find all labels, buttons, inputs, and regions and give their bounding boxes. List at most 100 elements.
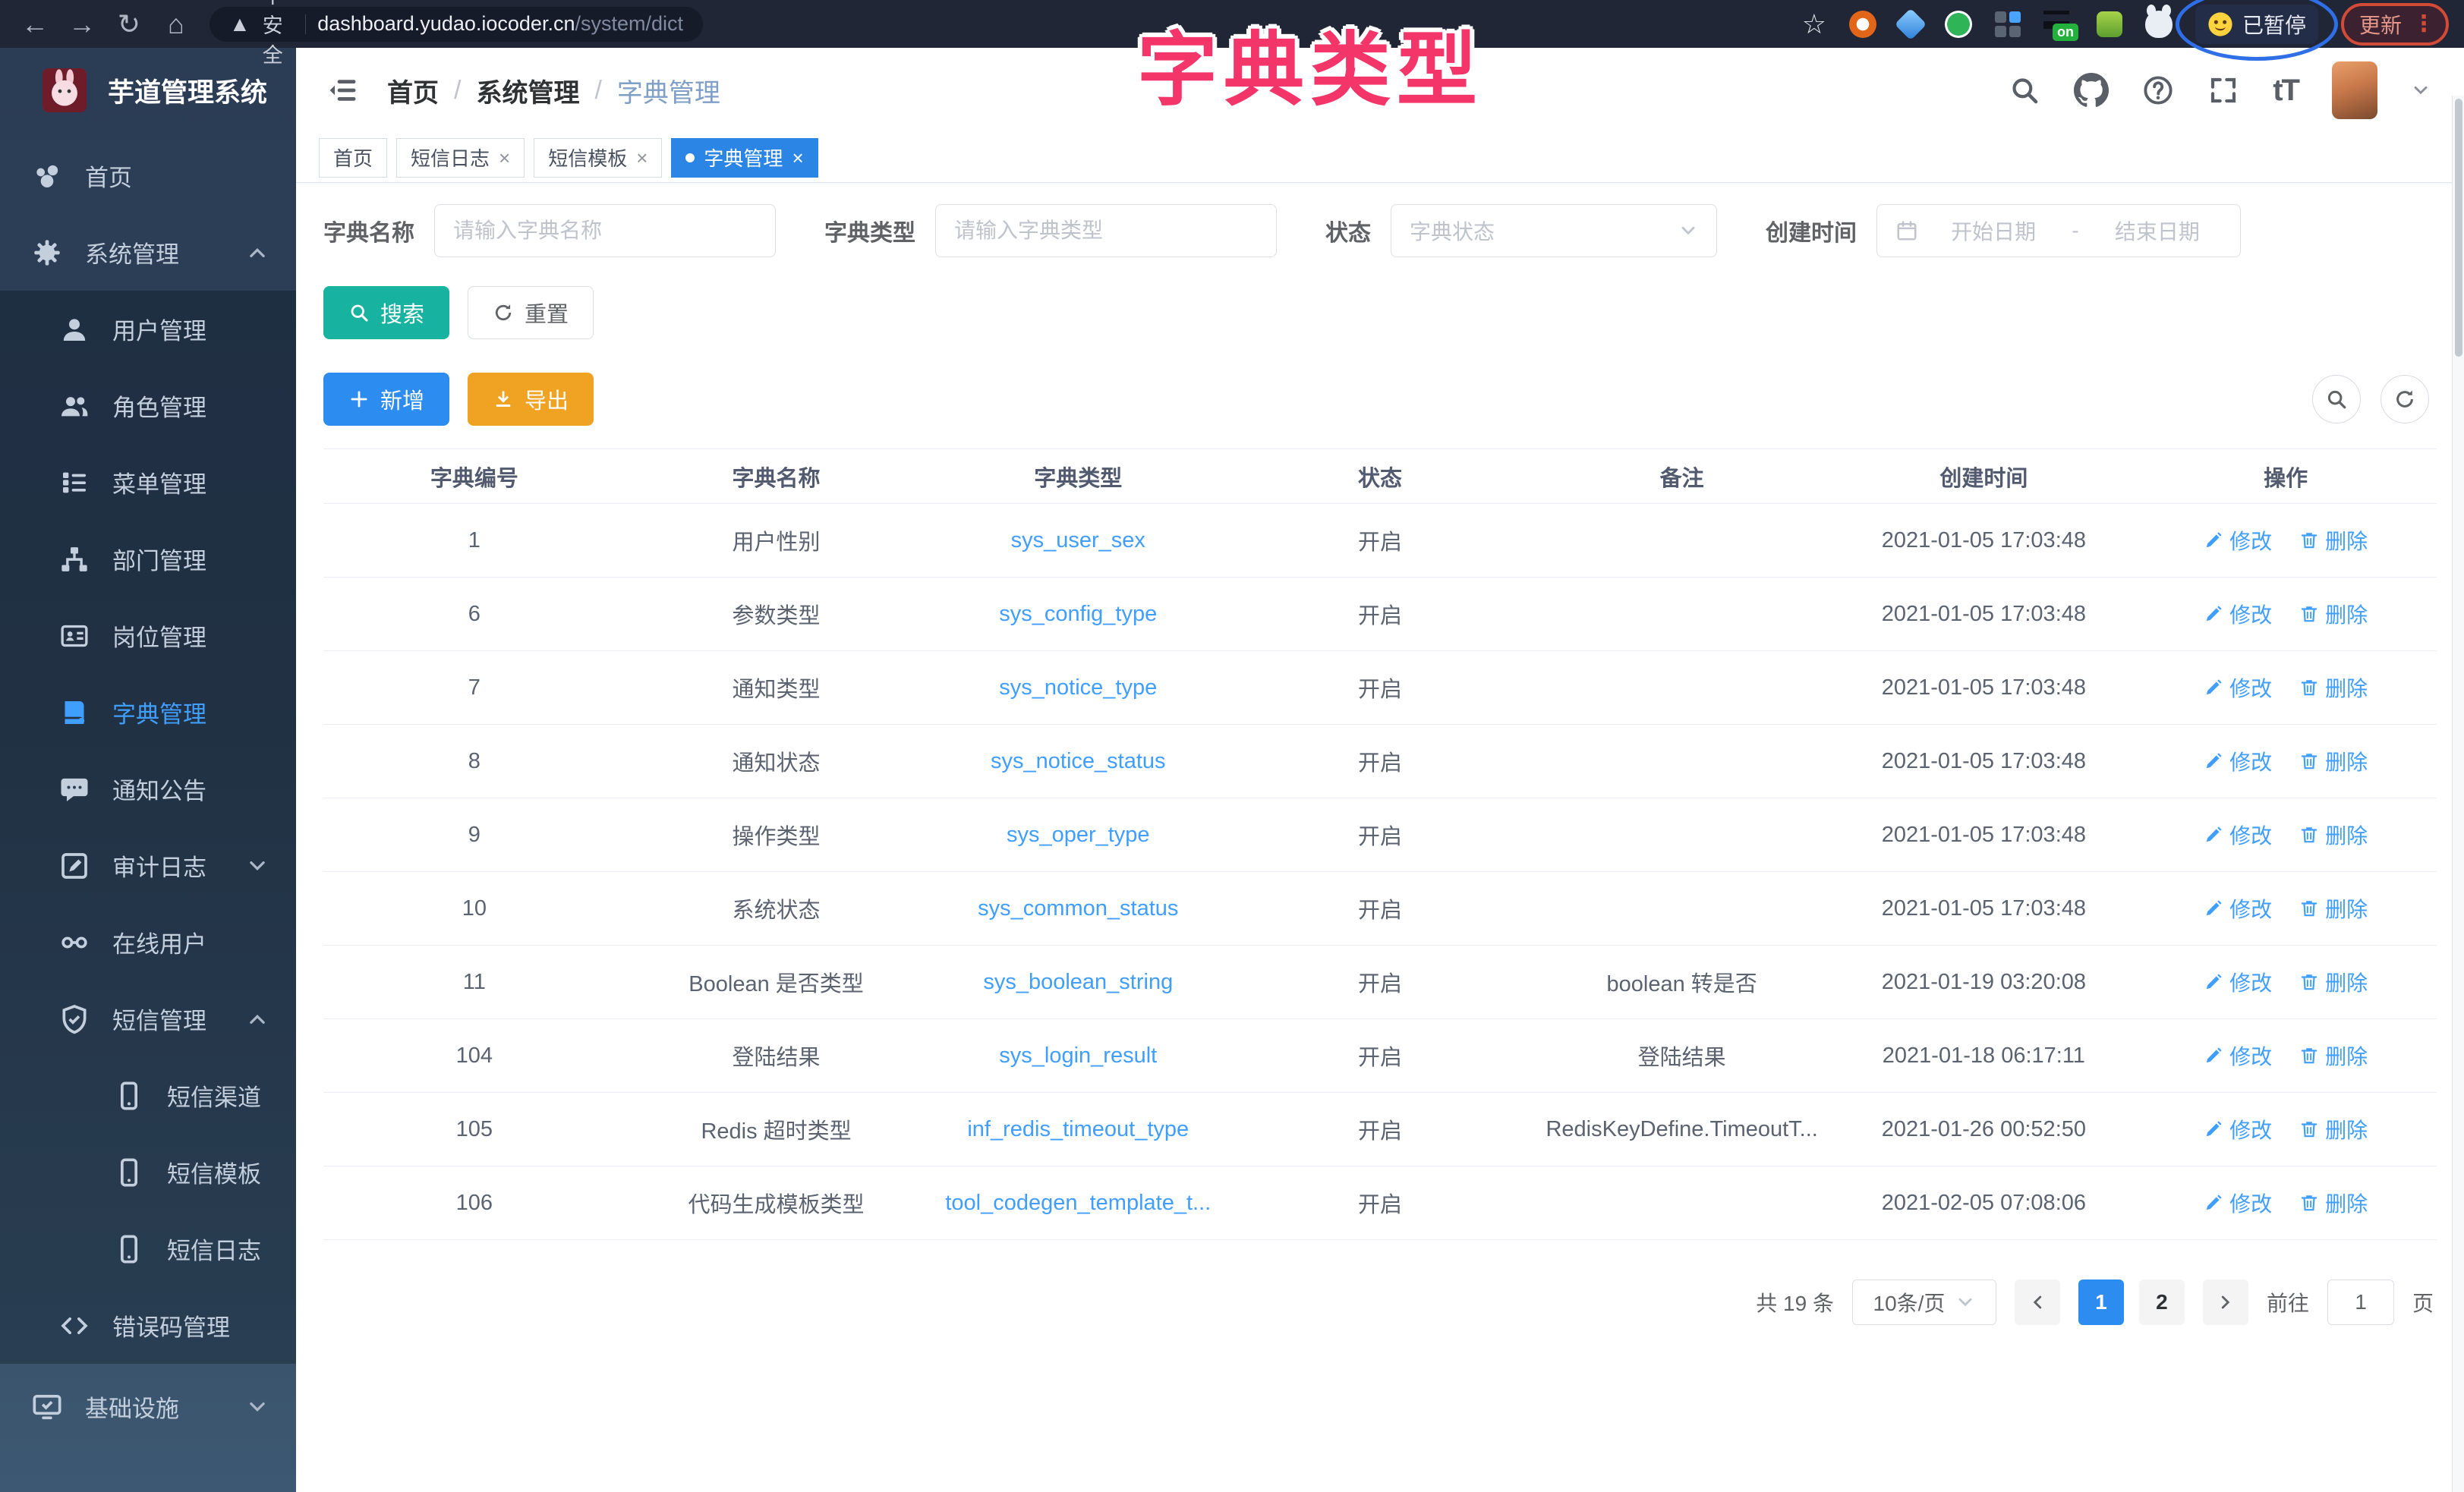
reload-icon[interactable]: ↻ bbox=[109, 0, 149, 48]
font-size-icon[interactable]: tT bbox=[2273, 74, 2299, 108]
paw-extension-icon[interactable] bbox=[2145, 11, 2173, 38]
address-bar[interactable]: ▲ 不安全 dashboard.yudao.iocoder.cn/system/… bbox=[210, 7, 703, 42]
tab-短信日志[interactable]: 短信日志 × bbox=[396, 138, 525, 178]
tab-首页[interactable]: 首页 bbox=[319, 138, 387, 178]
fullscreen-icon[interactable] bbox=[2207, 74, 2239, 106]
edit-link[interactable]: 修改 bbox=[2204, 599, 2272, 629]
avatar[interactable] bbox=[2332, 61, 2377, 119]
export-button[interactable]: 导出 bbox=[468, 373, 594, 426]
add-button[interactable]: 新增 bbox=[323, 373, 449, 426]
sidebar-item-phone[interactable]: 短信模板 bbox=[0, 1134, 296, 1210]
sidebar-item-user[interactable]: 用户管理 bbox=[0, 291, 296, 367]
column-header[interactable]: 状态 bbox=[1229, 449, 1531, 504]
column-header[interactable]: 字典编号 bbox=[323, 449, 625, 504]
scrollbar-thumb[interactable] bbox=[2455, 99, 2462, 357]
sidebar-item-phone[interactable]: 短信日志 bbox=[0, 1210, 296, 1287]
blue-extension-icon[interactable] bbox=[1895, 8, 1927, 39]
github-icon[interactable] bbox=[2074, 73, 2109, 108]
caret-down-icon[interactable] bbox=[2411, 80, 2431, 100]
sidebar-item-message-bubble[interactable]: 通知公告 bbox=[0, 751, 296, 827]
column-header[interactable]: 创建时间 bbox=[1833, 449, 2135, 504]
dict-type-input[interactable] bbox=[954, 219, 1258, 243]
table-row[interactable]: 6 参数类型 sys_config_type 开启 2021-01-05 17:… bbox=[323, 578, 2437, 651]
sidebar-item-user-group[interactable]: 角色管理 bbox=[0, 367, 296, 444]
page-button-2[interactable]: 2 bbox=[2139, 1280, 2185, 1325]
column-header[interactable]: 字典名称 bbox=[625, 449, 928, 504]
table-row[interactable]: 104 登陆结果 sys_login_result 开启 登陆结果 2021-0… bbox=[323, 1019, 2437, 1093]
cell-type-link[interactable]: sys_config_type bbox=[927, 578, 1229, 651]
sidebar-item-shield-check[interactable]: 短信管理 bbox=[0, 981, 296, 1057]
leaf-extension-icon[interactable] bbox=[2097, 11, 2122, 37]
table-row[interactable]: 1 用户性别 sys_user_sex 开启 2021-01-05 17:03:… bbox=[323, 504, 2437, 578]
table-row[interactable]: 106 代码生成模板类型 tool_codegen_template_t... … bbox=[323, 1166, 2437, 1240]
table-row[interactable]: 11 Boolean 是否类型 sys_boolean_string 开启 bo… bbox=[323, 946, 2437, 1019]
app-logo[interactable]: 芋道管理系统 bbox=[0, 48, 296, 133]
sidebar-item-code[interactable]: 错误码管理 bbox=[0, 1287, 296, 1364]
edit-link[interactable]: 修改 bbox=[2204, 820, 2272, 850]
sidebar-item-dictionary-book[interactable]: 字典管理 bbox=[0, 674, 296, 751]
sidebar-item-monitor[interactable]: 基础设施 bbox=[0, 1368, 296, 1445]
help-icon[interactable] bbox=[2142, 74, 2174, 106]
table-row[interactable]: 7 通知类型 sys_notice_type 开启 2021-01-05 17:… bbox=[323, 651, 2437, 725]
cell-type-link[interactable]: sys_boolean_string bbox=[927, 946, 1229, 1019]
edit-link[interactable]: 修改 bbox=[2204, 1040, 2272, 1071]
breadcrumb-system[interactable]: 系统管理 bbox=[476, 72, 579, 109]
close-icon[interactable]: × bbox=[636, 148, 648, 168]
edit-link[interactable]: 修改 bbox=[2204, 746, 2272, 776]
delete-link[interactable]: 删除 bbox=[2299, 1114, 2368, 1144]
column-header[interactable]: 操作 bbox=[2135, 449, 2437, 504]
cell-type-link[interactable]: tool_codegen_template_t... bbox=[927, 1166, 1229, 1240]
sidebar-item-org-tree[interactable]: 部门管理 bbox=[0, 521, 296, 597]
edit-link[interactable]: 修改 bbox=[2204, 967, 2272, 997]
search-button[interactable]: 搜索 bbox=[323, 286, 449, 339]
forward-icon[interactable]: → bbox=[62, 0, 102, 48]
browser-menu-icon[interactable]: ⋮ bbox=[2412, 13, 2435, 36]
sidebar-item-menu-list[interactable]: 菜单管理 bbox=[0, 444, 296, 521]
edit-link[interactable]: 修改 bbox=[2204, 1188, 2272, 1218]
delete-link[interactable]: 删除 bbox=[2299, 1188, 2368, 1218]
sidebar-item-link[interactable]: 在线用户 bbox=[0, 904, 296, 981]
delete-link[interactable]: 删除 bbox=[2299, 967, 2368, 997]
cell-type-link[interactable]: sys_common_status bbox=[927, 872, 1229, 946]
close-icon[interactable]: × bbox=[792, 148, 803, 168]
delete-link[interactable]: 删除 bbox=[2299, 820, 2368, 850]
table-row[interactable]: 105 Redis 超时类型 inf_redis_timeout_type 开启… bbox=[323, 1093, 2437, 1166]
cell-type-link[interactable]: sys_notice_status bbox=[927, 725, 1229, 798]
sidebar-item-phone[interactable]: 短信渠道 bbox=[0, 1057, 296, 1134]
cell-type-link[interactable]: sys_notice_type bbox=[927, 651, 1229, 725]
delete-link[interactable]: 删除 bbox=[2299, 893, 2368, 924]
delete-link[interactable]: 删除 bbox=[2299, 746, 2368, 776]
column-header[interactable]: 字典类型 bbox=[927, 449, 1229, 504]
home-icon[interactable]: ⌂ bbox=[156, 0, 196, 48]
cell-type-link[interactable]: inf_redis_timeout_type bbox=[927, 1093, 1229, 1166]
page-button-1[interactable]: 1 bbox=[2078, 1280, 2124, 1325]
table-row[interactable]: 8 通知状态 sys_notice_status 开启 2021-01-05 1… bbox=[323, 725, 2437, 798]
column-header[interactable]: 备注 bbox=[1531, 449, 1833, 504]
tab-字典管理[interactable]: 字典管理 × bbox=[671, 138, 818, 178]
update-button[interactable]: 更新 ⋮ bbox=[2341, 3, 2449, 46]
dict-name-input[interactable] bbox=[453, 219, 757, 243]
status-select[interactable]: 字典状态 bbox=[1391, 204, 1717, 257]
sidebar-fold-icon[interactable] bbox=[326, 74, 360, 107]
delete-link[interactable]: 删除 bbox=[2299, 525, 2368, 556]
edit-link[interactable]: 修改 bbox=[2204, 1114, 2272, 1144]
tab-短信模板[interactable]: 短信模板 × bbox=[534, 138, 662, 178]
edit-link[interactable]: 修改 bbox=[2204, 893, 2272, 924]
cell-type-link[interactable]: sys_login_result bbox=[927, 1019, 1229, 1093]
show-search-toggle-button[interactable] bbox=[2312, 375, 2361, 423]
prev-page-button[interactable] bbox=[2015, 1280, 2060, 1325]
delete-link[interactable]: 删除 bbox=[2299, 599, 2368, 629]
grid-extension-icon[interactable] bbox=[1995, 11, 2021, 37]
table-row[interactable]: 9 操作类型 sys_oper_type 开启 2021-01-05 17:03… bbox=[323, 798, 2437, 872]
search-icon[interactable] bbox=[2009, 74, 2040, 106]
close-icon[interactable]: × bbox=[499, 148, 510, 168]
sidebar-item-dashboard[interactable]: 首页 bbox=[0, 137, 296, 214]
reset-button[interactable]: 重置 bbox=[468, 286, 594, 339]
goto-page-input[interactable] bbox=[2327, 1280, 2394, 1325]
on-badge-extension-icon[interactable]: on bbox=[2043, 11, 2074, 38]
green-circle-extension-icon[interactable] bbox=[1945, 11, 1972, 38]
edit-link[interactable]: 修改 bbox=[2204, 672, 2272, 703]
date-range-picker[interactable]: 开始日期 - 结束日期 bbox=[1876, 204, 2241, 257]
sidebar-item-gear[interactable]: 系统管理 bbox=[0, 214, 296, 291]
refresh-table-button[interactable] bbox=[2381, 375, 2429, 423]
